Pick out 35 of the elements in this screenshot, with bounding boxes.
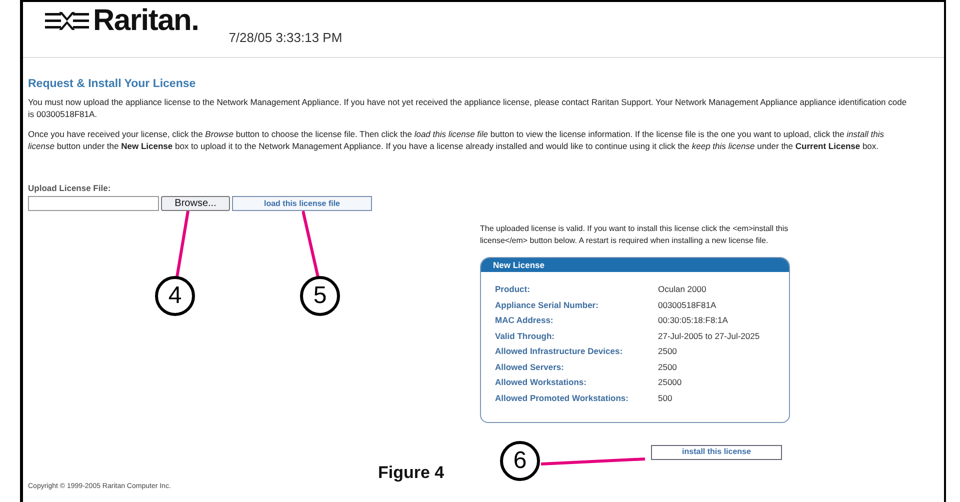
browse-button[interactable]: Browse... xyxy=(161,196,230,211)
logo-icon xyxy=(45,10,89,32)
license-field-value: Oculan 2000 xyxy=(658,283,706,295)
leader-line xyxy=(175,210,191,278)
license-field-value: 500 xyxy=(658,392,672,404)
figure-caption: Figure 4 xyxy=(378,462,444,484)
license-field-value: 25000 xyxy=(658,376,682,388)
license-field-value: 00300518F81A xyxy=(658,298,716,310)
license-field-label: Allowed Promoted Workstations: xyxy=(495,392,630,404)
license-field-label: Allowed Servers: xyxy=(495,360,565,372)
license-field-value: 00:30:05:18:F8:1A xyxy=(658,314,728,326)
license-field-label: Allowed Infrastructure Devices: xyxy=(495,345,624,357)
upload-label: Upload License File: xyxy=(28,182,112,194)
license-field-label: Allowed Workstations: xyxy=(495,376,588,388)
date-time: 7/28/05 3:33:13 PM xyxy=(228,29,342,47)
license-field-label: Appliance Serial Number: xyxy=(495,298,600,310)
callout-number: 5 xyxy=(300,276,340,316)
callout-number: 4 xyxy=(155,276,195,316)
license-field-label: MAC Address: xyxy=(495,314,554,326)
logo-text: Raritan. xyxy=(93,6,199,36)
leader-line xyxy=(302,210,320,278)
panel-title: New License xyxy=(493,259,544,271)
install-license-button[interactable]: install this license xyxy=(651,444,782,460)
callout-number: 6 xyxy=(500,441,540,481)
license-field-label: Valid Through: xyxy=(495,330,556,342)
instructions-text: You must now upload the appliance license to the Network Management Appliance. If you have not yet received the appliance license, please contact Raritan Support. Your Network Management Appliance appliance identification code is 00300518F81A. xyxy=(28,96,908,120)
page-title: Request & Install Your License xyxy=(28,78,197,90)
valid-license-message: The uploaded license is valid. If you want to install this license click the <em>install this license</em> button below. A restart is required when installing a new license file. xyxy=(480,223,790,247)
load-license-button[interactable]: load this license file xyxy=(232,196,372,211)
instructions-text: Once you have received your license, click the Browse button to choose the license file. Then click the load this license file button to view the license information. If the license file is the one you want to upload, click the install this license button under the New License box to upload it to the Network Management Appliance. If you have a license already installed and would like to continue using it click the keep this license under the Current License box. xyxy=(28,128,885,152)
license-field-value: 2500 xyxy=(658,345,677,357)
file-path-field[interactable] xyxy=(28,196,159,211)
license-field-value: 27-Jul-2005 to 27-Jul-2025 xyxy=(658,330,760,342)
license-field-value: 2500 xyxy=(658,360,677,372)
license-field-label: Product: xyxy=(495,283,531,295)
